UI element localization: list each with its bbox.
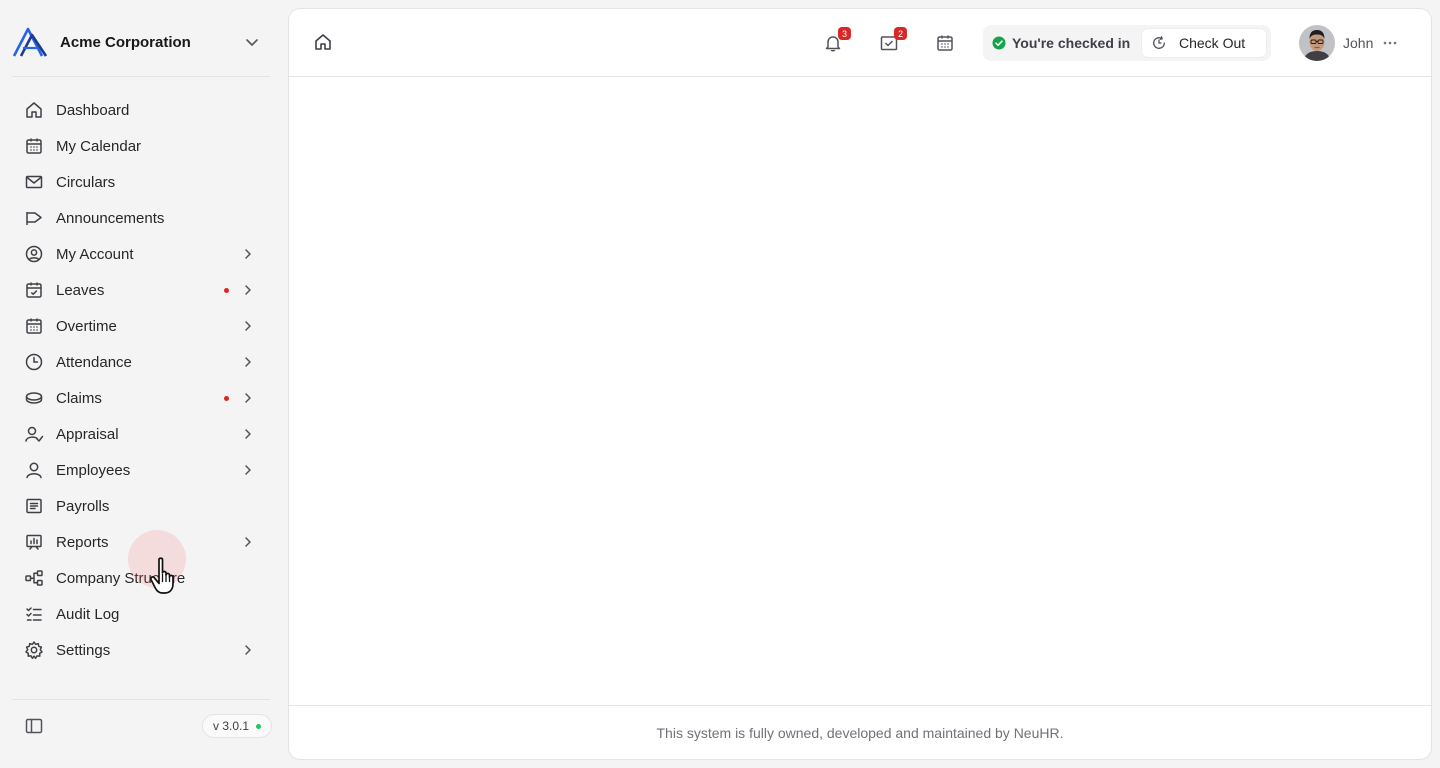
- org-name: Acme Corporation: [60, 33, 191, 51]
- org-logo-icon: [12, 27, 48, 57]
- sidebar-item-label: My Account: [56, 245, 134, 263]
- version-badge: v 3.0.1: [202, 714, 273, 738]
- sidebar-item-claims[interactable]: Claims: [12, 380, 270, 416]
- chevron-right-icon: [245, 645, 251, 655]
- main-panel: 3 2 You're checked in Check Out John Thi…: [288, 8, 1432, 760]
- checkin-panel: You're checked in Check Out: [983, 25, 1271, 61]
- sidebar-item-my-account[interactable]: My Account: [12, 236, 270, 272]
- checkin-status: You're checked in: [987, 35, 1142, 51]
- check-circle-icon: [992, 36, 1006, 50]
- sidebar-item-leaves[interactable]: Leaves: [12, 272, 270, 308]
- sidebar-divider: [12, 76, 270, 77]
- org-switcher[interactable]: Acme Corporation: [12, 24, 270, 60]
- sidebar-item-label: Settings: [56, 641, 111, 659]
- hand-cursor-icon: [149, 557, 174, 594]
- sidebar-divider: [12, 699, 270, 700]
- user-name[interactable]: John: [1343, 35, 1373, 51]
- chevron-down-icon[interactable]: [242, 32, 262, 52]
- sidebar-item-label: Audit Log: [56, 605, 120, 623]
- sidebar-item-label: Circulars: [56, 173, 116, 191]
- sidebar-item-payrolls[interactable]: Payrolls: [12, 488, 270, 524]
- content-area: [289, 78, 1431, 707]
- coins-icon: [25, 392, 43, 404]
- megaphone-icon: [26, 212, 42, 225]
- footer: This system is fully owned, developed an…: [289, 705, 1431, 759]
- alert-dot: [224, 396, 229, 401]
- sidebar-item-label: Appraisal: [56, 425, 119, 443]
- calendar-icon: [937, 35, 953, 51]
- check-out-button[interactable]: Check Out: [1142, 29, 1266, 57]
- sidebar-item-employees[interactable]: Employees: [12, 452, 270, 488]
- calendar-grid-icon: [26, 318, 42, 334]
- receipt-icon: [26, 498, 42, 514]
- calendar-check-icon: [26, 282, 42, 298]
- sidebar-item-label: Payrolls: [56, 497, 110, 515]
- calendar-icon: [26, 138, 42, 154]
- home-icon: [26, 102, 42, 118]
- sidebar-item-appraisal[interactable]: Appraisal: [12, 416, 270, 452]
- report-chart-icon: [26, 534, 42, 550]
- clock-arrow-icon: [1153, 36, 1165, 49]
- version-label: v 3.0.1: [213, 719, 250, 733]
- tasks-button[interactable]: 2: [879, 27, 907, 53]
- sidebar-item-label: Announcements: [56, 209, 165, 227]
- chevron-right-icon: [245, 285, 251, 295]
- check-out-label: Check Out: [1179, 35, 1246, 51]
- sidebar-toggle-icon[interactable]: [24, 716, 44, 736]
- sidebar-item-settings[interactable]: Settings: [12, 632, 270, 668]
- sidebar: Acme Corporation Dashboard My Calendar C…: [0, 0, 280, 768]
- top-bar: 3 2 You're checked in Check Out John: [289, 9, 1431, 77]
- chevron-right-icon: [245, 429, 251, 439]
- sidebar-item-label: Attendance: [56, 353, 132, 371]
- task-count-badge: 2: [894, 27, 907, 40]
- alert-dot: [224, 288, 229, 293]
- user-circle-icon: [25, 245, 43, 263]
- hierarchy-icon: [25, 570, 43, 586]
- clock-icon: [25, 353, 43, 371]
- avatar-image: [1299, 25, 1335, 61]
- notification-count-badge: 3: [838, 27, 851, 40]
- sidebar-item-overtime[interactable]: Overtime: [12, 308, 270, 344]
- sidebar-item-audit-log[interactable]: Audit Log: [12, 596, 270, 632]
- sidebar-item-circulars[interactable]: Circulars: [12, 164, 270, 200]
- mail-icon: [25, 175, 43, 189]
- home-icon[interactable]: [313, 32, 333, 52]
- sidebar-item-label: Leaves: [56, 281, 105, 299]
- chevron-right-icon: [245, 465, 251, 475]
- sidebar-item-dashboard[interactable]: Dashboard: [12, 92, 270, 128]
- chevron-right-icon: [245, 537, 251, 547]
- chevron-right-icon: [245, 321, 251, 331]
- more-horizontal-icon[interactable]: [1380, 33, 1400, 53]
- chevron-right-icon: [245, 249, 251, 259]
- sidebar-item-label: Overtime: [56, 317, 117, 335]
- notifications-button[interactable]: 3: [823, 27, 851, 53]
- chevron-right-icon: [245, 393, 251, 403]
- sidebar-item-my-calendar[interactable]: My Calendar: [12, 128, 270, 164]
- checklist-icon: [26, 607, 42, 621]
- sidebar-item-label: Employees: [56, 461, 131, 479]
- sidebar-item-label: Claims: [56, 389, 102, 407]
- gear-icon: [25, 641, 43, 660]
- user-check-icon: [25, 426, 44, 442]
- sidebar-item-label: My Calendar: [56, 137, 142, 155]
- sidebar-item-label: Dashboard: [56, 101, 130, 119]
- chevron-right-icon: [245, 357, 251, 367]
- status-dot: [256, 723, 262, 729]
- footer-text: This system is fully owned, developed an…: [656, 724, 1064, 741]
- calendar-button[interactable]: [935, 33, 955, 53]
- sidebar-item-announcements[interactable]: Announcements: [12, 200, 270, 236]
- user-icon: [26, 462, 42, 479]
- sidebar-item-attendance[interactable]: Attendance: [12, 344, 270, 380]
- avatar[interactable]: [1299, 25, 1335, 61]
- checkin-status-text: You're checked in: [1012, 35, 1131, 51]
